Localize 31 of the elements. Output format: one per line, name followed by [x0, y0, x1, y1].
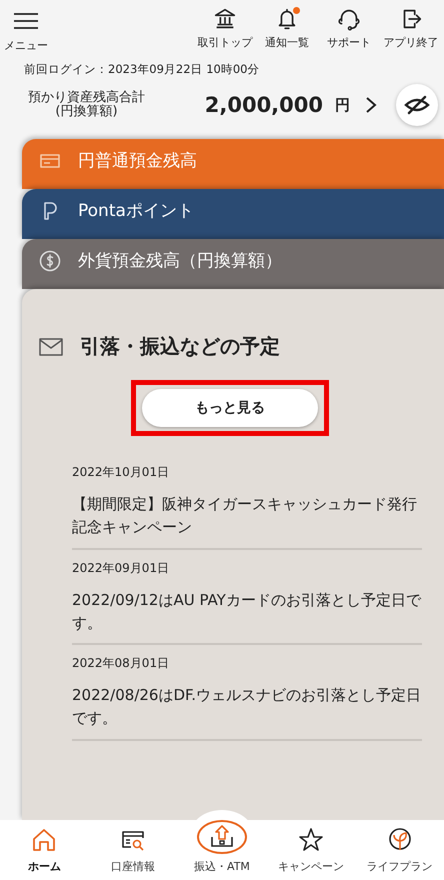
envelope-icon: [38, 336, 64, 356]
total-assets-sublabel: (円換算額): [54, 105, 119, 120]
balance-tab[interactable]: Pontaポイント: [22, 189, 444, 239]
eye-slash-icon: [404, 94, 430, 116]
nav-tab[interactable]: ライフプラン: [355, 820, 444, 880]
last-login-text: 前回ログイン：2023年09月22日 10時00分: [23, 61, 260, 77]
header-action-button[interactable]: サポート: [320, 6, 378, 50]
notice-text[interactable]: 2022/09/12はAU PAYカードのお引落とし予定日です。: [72, 588, 422, 635]
nav-tab[interactable]: ホーム: [0, 820, 89, 880]
total-assets-label: 預かり資産残高合計: [28, 90, 145, 105]
nav-tab[interactable]: キャンペーン: [266, 820, 356, 880]
chevron-right-icon[interactable]: [364, 95, 378, 115]
header-action-button[interactable]: 通知一覧: [258, 6, 316, 50]
notice-text[interactable]: 2022/08/26はDF.ウェルスナビのお引落とし予定日です。: [72, 684, 422, 730]
nav-tab[interactable]: 口座情報: [88, 820, 178, 880]
header-action-button[interactable]: 取引トップ: [196, 6, 254, 50]
see-more-button[interactable]: もっと見る: [142, 389, 318, 427]
header-action-button[interactable]: アプリ終了: [382, 6, 440, 50]
total-amount: 2,000,000: [204, 93, 323, 117]
balance-tab[interactable]: 外貨預金残高（円換算額）: [22, 239, 444, 289]
currency-unit: 円: [335, 96, 350, 114]
notice-date: 2022年08月01日: [72, 655, 170, 672]
notice-date: 2022年09月01日: [72, 560, 170, 576]
section-title: 引落・振込などの予定: [80, 333, 280, 360]
hide-balance-button[interactable]: [396, 84, 438, 126]
notice-date: 2022年10月01日: [72, 464, 170, 481]
notice-text[interactable]: 【期間限定】阪神タイガースキャッシュカード発行記念キャンペーン: [72, 493, 422, 540]
dollar-coin-icon: [38, 249, 62, 273]
menu-button[interactable]: メニュー: [4, 6, 48, 53]
nav-tab[interactable]: 振込・ATM: [178, 820, 266, 880]
star-icon: [296, 826, 325, 854]
